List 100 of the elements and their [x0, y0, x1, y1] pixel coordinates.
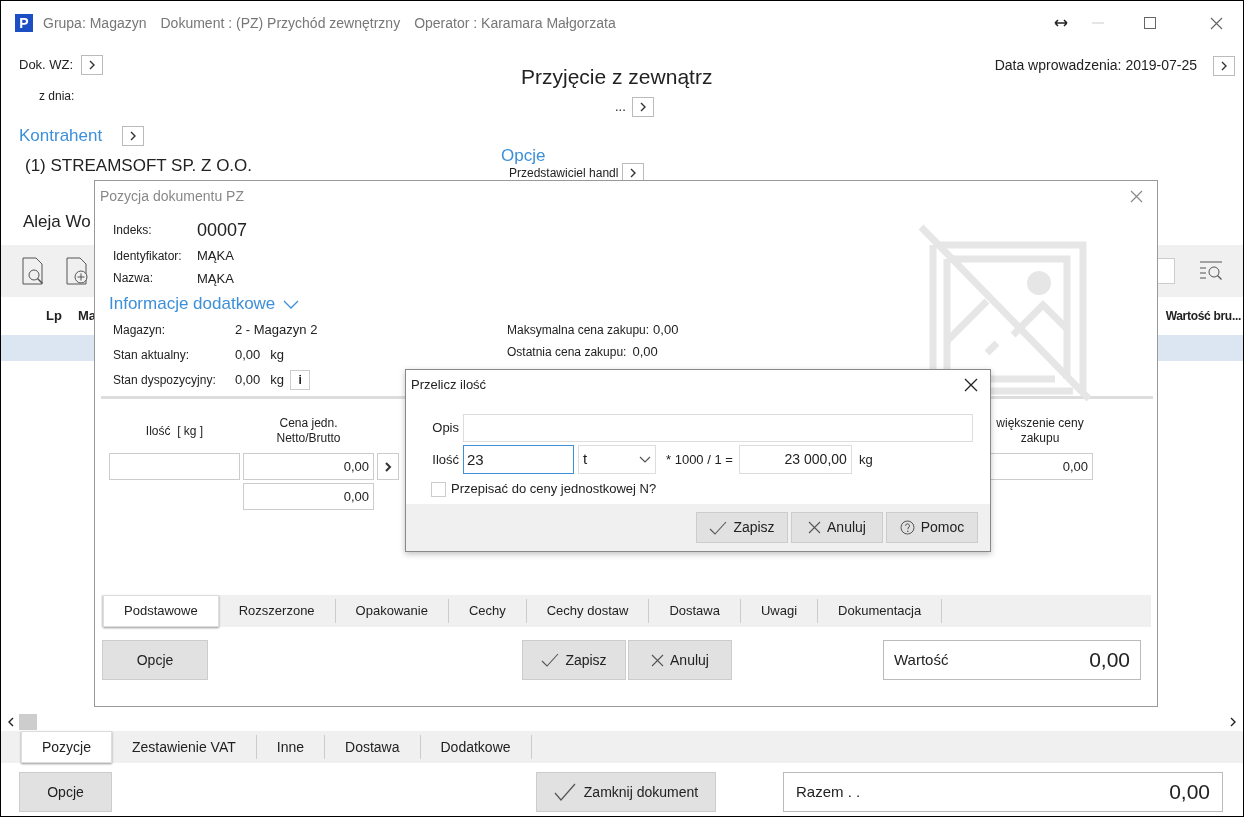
options-button[interactable]: Opcje [102, 640, 208, 680]
close-icon[interactable] [964, 378, 978, 392]
close-icon [808, 521, 822, 534]
chevron-right-icon [129, 130, 138, 141]
tab[interactable]: Inne [256, 735, 326, 759]
check-icon [709, 520, 728, 535]
tab[interactable]: Dostawa [649, 599, 741, 623]
dialog-title: Przelicz ilość [411, 376, 487, 395]
unit-label: kg [270, 371, 285, 390]
tab[interactable]: Dostawa [325, 735, 421, 759]
tab[interactable]: Podstawowe [103, 595, 219, 627]
quantity-field[interactable] [109, 453, 240, 480]
total-label: Razem . . [796, 781, 861, 802]
window-title: Grupa: Magazyn [43, 13, 147, 33]
field-value: MĄKA [197, 269, 234, 288]
field-label: Magazyn: [113, 321, 167, 339]
close-document-button[interactable]: Zamknij dokument [536, 772, 716, 812]
checkbox-label: Przepisać do ceny jednostkowej N? [451, 480, 657, 499]
save-button[interactable]: Zapisz [522, 640, 626, 680]
resize-icon[interactable] [1054, 19, 1068, 27]
value-label: Wartość [894, 649, 949, 670]
field-label: Stan aktualny: [113, 346, 191, 364]
cancel-button[interactable]: Anuluj [791, 512, 883, 543]
document-add-icon[interactable] [65, 256, 91, 286]
field-label: Przedstawiciel handl [509, 165, 619, 182]
tab[interactable]: Rozszerzone [218, 599, 336, 623]
tab[interactable]: Uwagi [740, 599, 819, 623]
chevron-down-icon[interactable] [283, 299, 300, 309]
close-icon [651, 653, 665, 667]
column-label: większenie ceny zakupu [996, 416, 1084, 446]
field-label: Dok. WZ: [19, 56, 74, 75]
chevron-right-icon [88, 60, 97, 70]
field-value: 2 - Magazyn 2 [235, 321, 318, 339]
check-icon [541, 653, 560, 667]
net-price-field[interactable]: 0,00 [243, 453, 374, 480]
field-label: Indeks: [113, 222, 153, 239]
field-value: MĄKA [197, 247, 234, 265]
document-number: ... [615, 98, 626, 117]
tab[interactable]: Dodatkowe [420, 735, 532, 759]
tab[interactable]: Opakowanie [335, 599, 449, 623]
field-value: 0,00 [653, 321, 679, 339]
window-title: Dokument : (PZ) Przychód zewnętrzny [160, 13, 401, 33]
unit-label: kg [858, 450, 873, 469]
contractor-name: (1) STREAMSOFT SP. Z O.O. [25, 155, 253, 177]
field-label: Nazwa: [113, 270, 154, 288]
conversion-formula: * 1000 / 1 = [666, 450, 733, 469]
field-label: Ilość [431, 450, 459, 469]
column-header[interactable]: Lp [46, 306, 62, 326]
description-field[interactable] [463, 414, 973, 442]
field-label: Opis [431, 419, 459, 438]
app-logo: P [15, 14, 33, 32]
section-heading[interactable]: Informacje dodatkowe [109, 291, 276, 317]
maximize-icon[interactable] [1144, 17, 1156, 29]
tab[interactable]: Pozycje [21, 731, 113, 763]
section-heading: Kontrahent [19, 125, 103, 147]
scrollbar-thumb[interactable] [19, 714, 37, 730]
quantity-field[interactable]: 23 [463, 445, 574, 474]
chevron-right-icon [638, 102, 647, 112]
field-label: Identyfikator: [113, 247, 183, 265]
chevron-down-icon [639, 455, 651, 464]
window-title: Operator : Karamara Małgorzata [414, 13, 616, 33]
field-value: 0,00 [235, 371, 261, 390]
date-field: Data wprowadzenia: 2019-07-25 [994, 55, 1197, 76]
unit-dropdown[interactable]: t [578, 445, 656, 474]
scroll-left-icon[interactable] [7, 717, 15, 727]
document-title: Przyjęcie z zewnątrz [521, 64, 713, 90]
info-button[interactable]: i [290, 370, 311, 390]
checkbox[interactable] [431, 481, 446, 497]
result-field: 23 000,00 [738, 445, 852, 474]
help-button[interactable]: Pomoc [886, 512, 978, 543]
filter-search-icon[interactable] [1199, 260, 1223, 282]
field-label: Maksymalna cena zakupu: [507, 321, 650, 339]
field-value: 0,00 [235, 346, 261, 364]
check-icon [553, 783, 576, 801]
field-label: z dnia: [39, 88, 75, 105]
options-button[interactable]: Opcje [19, 772, 112, 812]
cancel-button[interactable]: Anuluj [628, 640, 732, 680]
field-label: Stan dyspozycyjny: [113, 372, 217, 389]
field-value: 0,00 [632, 343, 658, 361]
value-amount: 0,00 [1089, 647, 1130, 674]
tab[interactable]: Zestawienie VAT [112, 735, 257, 759]
gross-price-field[interactable]: 0,00 [243, 483, 374, 510]
scroll-right-icon[interactable] [1229, 717, 1237, 727]
section-heading: Opcje [501, 145, 546, 167]
column-header[interactable]: Wartość bru... [1165, 307, 1241, 325]
chevron-right-icon [1220, 60, 1228, 71]
chevron-right-icon [384, 461, 392, 472]
tab[interactable]: Dokumentacja [818, 599, 943, 623]
unit-label: kg [270, 346, 285, 364]
chevron-right-icon [629, 168, 638, 178]
dialog-title: Pozycja dokumentu PZ [100, 186, 244, 206]
tab[interactable]: Cechy [448, 599, 527, 623]
field-label: Ostatnia cena zakupu: [507, 343, 627, 361]
save-button[interactable]: Zapisz [696, 512, 788, 543]
expand-button[interactable] [377, 453, 399, 480]
help-icon [899, 520, 915, 535]
tab[interactable]: Cechy dostaw [526, 599, 650, 623]
contractor-address: Aleja Wo [23, 211, 91, 233]
column-label: Ilość [ kg ] [145, 423, 204, 440]
total-value: 0,00 [1169, 779, 1210, 806]
